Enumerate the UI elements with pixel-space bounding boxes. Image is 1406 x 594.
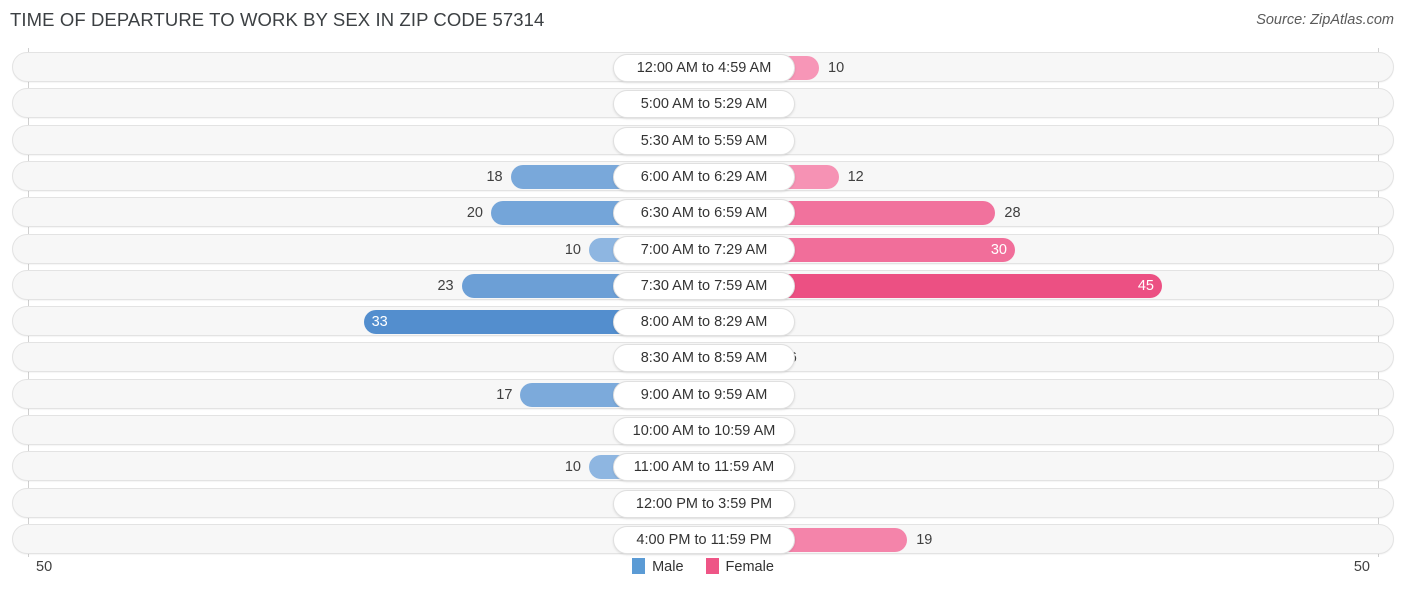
- value-label-female: 28: [1004, 205, 1021, 222]
- table-row[interactable]: 0310:00 AM to 10:59 AM: [12, 415, 1394, 445]
- legend-label: Male: [652, 558, 684, 575]
- category-label: 9:00 AM to 9:59 AM: [613, 380, 795, 409]
- table-row[interactable]: 068:30 AM to 8:59 AM: [12, 342, 1394, 373]
- category-label: 7:00 AM to 7:29 AM: [613, 235, 795, 264]
- table-row[interactable]: 5194:00 PM to 11:59 PM: [12, 523, 1394, 554]
- category-label: 5:00 AM to 5:29 AM: [613, 90, 795, 119]
- value-label-female: 6: [789, 347, 833, 369]
- row-content: 1709:00 AM to 9:59 AM: [13, 380, 1393, 409]
- value-label-female: 30: [990, 241, 1007, 258]
- row-content: 055:30 AM to 5:59 AM: [13, 126, 1393, 155]
- chart-header: TIME OF DEPARTURE TO WORK BY SEX IN ZIP …: [0, 0, 1406, 42]
- legend-item-male[interactable]: Male: [632, 558, 684, 576]
- value-label-male: 17: [496, 386, 513, 403]
- row-content: 5194:00 PM to 11:59 PM: [13, 525, 1393, 554]
- row-content: 18 12 6:00 AM to 6:29 AM: [13, 162, 1393, 191]
- value-label-male: 10: [564, 241, 581, 258]
- category-label: 5:30 AM to 5:59 AM: [613, 126, 795, 155]
- row-content: 068:30 AM to 8:59 AM: [13, 343, 1393, 373]
- table-row[interactable]: 0012:00 PM to 3:59 PM: [12, 487, 1394, 518]
- value-label-female: 45: [1137, 277, 1154, 294]
- category-label: 8:00 AM to 8:29 AM: [613, 308, 795, 337]
- chart-footer: 50 50 Male Female: [0, 553, 1406, 594]
- category-label: 12:00 AM to 4:59 AM: [613, 54, 795, 82]
- page-title: TIME OF DEPARTURE TO WORK BY SEX IN ZIP …: [10, 9, 545, 30]
- plot-area: 11012:00 AM to 4:59 AM005:00 AM to 5:29 …: [0, 48, 1406, 557]
- row-content: 20 28 6:30 AM to 6:59 AM: [13, 198, 1393, 228]
- table-row[interactable]: 005:00 AM to 5:29 AM: [12, 88, 1394, 119]
- value-label-male: 10: [564, 459, 581, 476]
- table-row[interactable]: 10 30 7:00 AM to 7:29 AM: [12, 233, 1394, 264]
- table-row[interactable]: 1709:00 AM to 9:59 AM: [12, 378, 1394, 409]
- category-label: 4:00 PM to 11:59 PM: [613, 525, 795, 554]
- value-label-female: 10: [828, 60, 845, 76]
- value-label-male: 23: [437, 277, 454, 294]
- row-content: 23 45 7:30 AM to 7:59 AM: [13, 271, 1393, 300]
- chart-legend: Male Female: [0, 558, 1406, 576]
- table-row[interactable]: 10011:00 AM to 11:59 AM: [12, 451, 1394, 482]
- row-content: 0012:00 PM to 3:59 PM: [13, 489, 1393, 518]
- value-label-male: 18: [486, 168, 503, 185]
- legend-swatch-icon: [705, 558, 719, 574]
- category-label: 8:30 AM to 8:59 AM: [613, 344, 795, 373]
- legend-label: Female: [725, 558, 774, 575]
- category-label: 11:00 AM to 11:59 AM: [613, 453, 795, 482]
- category-label: 7:30 AM to 7:59 AM: [613, 271, 795, 300]
- chart-container: TIME OF DEPARTURE TO WORK BY SEX IN ZIP …: [0, 0, 1406, 594]
- table-row[interactable]: 055:30 AM to 5:59 AM: [12, 124, 1394, 155]
- table-row[interactable]: 20 28 6:30 AM to 6:59 AM: [12, 197, 1394, 228]
- category-label: 6:30 AM to 6:59 AM: [613, 199, 795, 228]
- legend-swatch-icon: [632, 558, 646, 574]
- table-row[interactable]: 23 45 7:30 AM to 7:59 AM: [12, 269, 1394, 300]
- row-content: 10 30 7:00 AM to 7:29 AM: [13, 235, 1393, 264]
- legend-item-female[interactable]: Female: [705, 558, 774, 576]
- value-label-male: 20: [466, 205, 483, 222]
- value-label-female: 19: [916, 531, 933, 548]
- row-content: 0310:00 AM to 10:59 AM: [13, 416, 1393, 445]
- category-label: 10:00 AM to 10:59 AM: [613, 417, 795, 445]
- source-attribution: Source: ZipAtlas.com: [1256, 12, 1394, 28]
- table-row[interactable]: 11012:00 AM to 4:59 AM: [12, 52, 1394, 82]
- table-row[interactable]: 18 12 6:00 AM to 6:29 AM: [12, 160, 1394, 191]
- table-row[interactable]: 3328:00 AM to 8:29 AM: [12, 306, 1394, 337]
- row-content: 3328:00 AM to 8:29 AM: [13, 307, 1393, 337]
- value-label-male: 33: [371, 314, 388, 331]
- row-content: 11012:00 AM to 4:59 AM: [13, 53, 1393, 82]
- row-content: 005:00 AM to 5:29 AM: [13, 89, 1393, 119]
- category-label: 6:00 AM to 6:29 AM: [613, 162, 795, 191]
- value-label-female: 12: [847, 168, 864, 185]
- row-content: 10011:00 AM to 11:59 AM: [13, 452, 1393, 482]
- category-label: 12:00 PM to 3:59 PM: [613, 489, 795, 518]
